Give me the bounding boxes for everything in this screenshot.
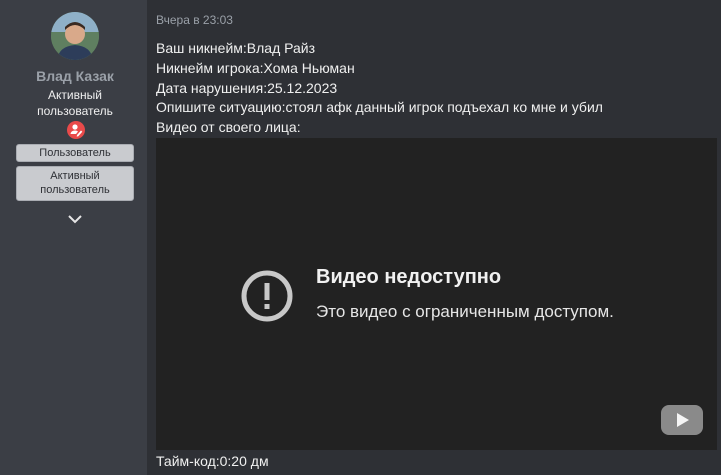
chevron-down-icon[interactable]	[67, 212, 83, 226]
youtube-logo-icon[interactable]	[661, 405, 703, 435]
post-content: Вчера в 23:03 Ваш никнейм:Влад Райз Никн…	[147, 0, 721, 475]
banner-active-user-line2: пользователь	[40, 184, 110, 196]
post-line-violation-date: Дата нарушения:25.12.2023	[156, 79, 338, 96]
banner-active-user: Активный пользователь	[16, 166, 134, 201]
post-line-player-nickname: Никнейм игрока:Хома Ньюман	[156, 59, 355, 76]
video-unavailable-title: Видео недоступно	[316, 266, 502, 288]
post-line-timecode: Тайм-код:0:20 дм	[156, 453, 269, 469]
post-line-video-label: Видео от своего лица:	[156, 119, 301, 136]
post-date[interactable]: Вчера в 23:03	[156, 13, 233, 27]
user-sidebar: Влад Казак Активный пользователь Пользов…	[0, 0, 147, 475]
username[interactable]: Влад Казак	[0, 68, 150, 84]
banner-user: Пользователь	[16, 144, 134, 162]
avatar[interactable]	[51, 12, 99, 60]
exclamation-circle-icon	[240, 269, 294, 323]
user-title: Активный пользователь	[0, 87, 150, 119]
post-line-situation: Опишите ситуацию:стоял афк данный игрок …	[156, 99, 603, 116]
post-line-nickname: Ваш никнейм:Влад Райз	[156, 40, 316, 56]
video-player[interactable]: Видео недоступно Это видео с ограниченны…	[156, 138, 717, 450]
user-title-line1: Активный	[48, 88, 102, 102]
post-body: Ваш никнейм:Влад Райз Никнейм игрока:Хом…	[156, 39, 603, 138]
user-title-line2: пользователь	[37, 104, 113, 118]
video-unavailable-subtitle: Это видео с ограниченным доступом.	[316, 302, 614, 321]
user-badge-icon	[67, 121, 85, 139]
forum-post: Влад Казак Активный пользователь Пользов…	[0, 0, 721, 475]
banner-active-user-line1: Активный	[50, 170, 100, 182]
